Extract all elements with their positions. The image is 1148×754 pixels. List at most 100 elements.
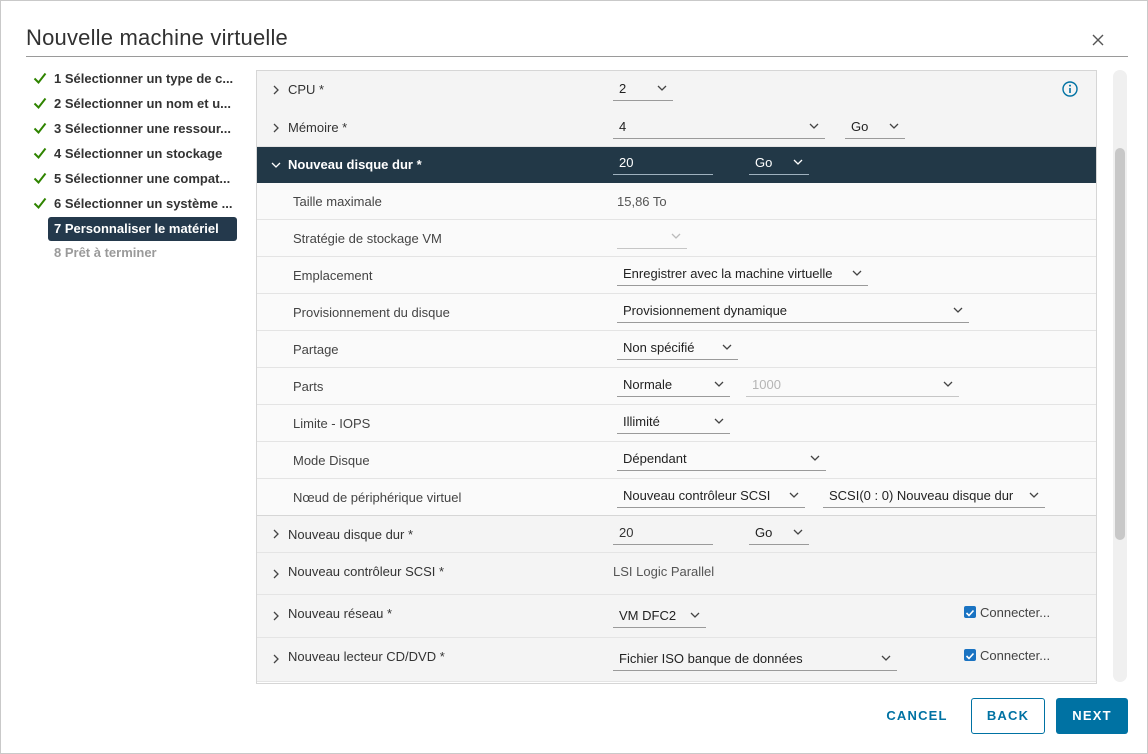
disk-mode-select[interactable]: Dépendant: [617, 448, 826, 471]
step-label: 4 Sélectionner un stockage: [54, 146, 223, 161]
step-4[interactable]: 4 Sélectionner un stockage: [33, 142, 239, 167]
disk2-label: Nouveau disque dur *: [288, 527, 414, 542]
disk-mode-label: Mode Disque: [293, 453, 370, 468]
chevron-down-icon: [793, 159, 803, 165]
cpu-label: CPU *: [288, 82, 325, 97]
sharing-select[interactable]: Non spécifié: [617, 337, 738, 360]
check-icon: [965, 652, 975, 660]
info-icon[interactable]: [1062, 81, 1078, 97]
storage-policy-select[interactable]: [617, 226, 687, 249]
cdrom-connect-label: Connecter...: [980, 648, 1051, 663]
cdrom-select[interactable]: Fichier ISO banque de données: [613, 648, 897, 671]
chevron-down-icon: [793, 529, 803, 535]
row-cdrom: Nouveau lecteur CD/DVD * Fichier ISO ban…: [257, 638, 1096, 682]
row-shares: Parts Normale 1000: [257, 368, 1096, 405]
step-label: 5 Sélectionner une compat...: [54, 171, 231, 186]
provisioning-label: Provisionnement du disque: [293, 305, 450, 320]
scrollbar-thumb[interactable]: [1115, 148, 1125, 540]
network-label: Nouveau réseau *: [288, 606, 393, 621]
step-label: 8 Prêt à terminer: [54, 245, 157, 260]
panel-scrollbar[interactable]: [1113, 70, 1127, 682]
chevron-right-icon[interactable]: [271, 611, 281, 621]
step-2[interactable]: 2 Sélectionner un nom et u...: [33, 92, 239, 117]
iops-select[interactable]: Illimité: [617, 411, 730, 434]
check-icon: [965, 609, 975, 617]
row-scsi-controller: Nouveau contrôleur SCSI * LSI Logic Para…: [257, 553, 1096, 595]
sharing-label: Partage: [293, 342, 339, 357]
virtual-node-controller-select[interactable]: Nouveau contrôleur SCSI: [617, 485, 805, 508]
check-icon: [33, 122, 47, 135]
row-disk-mode: Mode Disque Dépendant: [257, 442, 1096, 479]
disk2-size-input[interactable]: 20: [613, 522, 713, 545]
chevron-right-icon[interactable]: [271, 123, 281, 133]
check-icon: [33, 72, 47, 85]
step-8: 8 Prêt à terminer: [33, 241, 239, 266]
chevron-right-icon[interactable]: [271, 85, 281, 95]
memory-select[interactable]: 4: [613, 116, 825, 139]
dialog-title: Nouvelle machine virtuelle: [26, 25, 288, 50]
step-label: 1 Sélectionner un type de c...: [54, 71, 234, 86]
scsi-value: LSI Logic Parallel: [613, 564, 715, 579]
row-virtual-node: Nœud de périphérique virtuel Nouveau con…: [257, 479, 1096, 516]
cdrom-connect-checkbox[interactable]: [964, 649, 976, 661]
location-select[interactable]: Enregistrer avec la machine virtuelle: [617, 263, 868, 286]
location-label: Emplacement: [293, 268, 373, 283]
disk-unit-select[interactable]: Go: [749, 152, 809, 175]
step-5[interactable]: 5 Sélectionner une compat...: [33, 167, 239, 192]
provisioning-select[interactable]: Provisionnement dynamique: [617, 300, 969, 323]
row-provisioning: Provisionnement du disque Provisionnemen…: [257, 294, 1096, 331]
step-label: 3 Sélectionner une ressour...: [54, 121, 232, 136]
cdrom-label: Nouveau lecteur CD/DVD *: [288, 649, 445, 664]
row-sharing: Partage Non spécifié: [257, 331, 1096, 368]
chevron-down-icon: [714, 381, 724, 387]
step-6[interactable]: 6 Sélectionner un système ...: [33, 192, 239, 217]
chevron-down-icon: [809, 123, 819, 129]
shares-select[interactable]: Normale: [617, 374, 730, 397]
row-iops: Limite - IOPS Illimité: [257, 405, 1096, 442]
max-size-value: 15,86 To: [617, 194, 667, 209]
close-icon[interactable]: [1090, 32, 1106, 48]
row-max-size: Taille maximale 15,86 To: [257, 183, 1096, 220]
row-location: Emplacement Enregistrer avec la machine …: [257, 257, 1096, 294]
chevron-down-icon: [714, 418, 724, 424]
chevron-right-icon[interactable]: [271, 569, 281, 579]
memory-unit-select[interactable]: Go: [845, 116, 905, 139]
chevron-down-icon: [953, 307, 963, 313]
back-button[interactable]: BACK: [971, 698, 1045, 734]
check-icon: [33, 97, 47, 110]
row-disk-expanded: Nouveau disque dur * 20 Go: [257, 147, 1096, 183]
memory-label: Mémoire *: [288, 120, 348, 135]
shares-amount-select: 1000: [746, 374, 959, 397]
chevron-down-icon: [1029, 492, 1039, 498]
iops-label: Limite - IOPS: [293, 416, 371, 431]
storage-policy-label: Stratégie de stockage VM: [293, 231, 442, 246]
row-storage-policy: Stratégie de stockage VM: [257, 220, 1096, 257]
chevron-down-icon: [789, 492, 799, 498]
chevron-down-icon: [852, 270, 862, 276]
chevron-down-icon: [889, 123, 899, 129]
next-button[interactable]: NEXT: [1056, 698, 1128, 734]
wizard-steps: 1 Sélectionner un type de c... 2 Sélecti…: [33, 67, 239, 266]
step-1[interactable]: 1 Sélectionner un type de c...: [33, 67, 239, 92]
chevron-right-icon[interactable]: [271, 654, 281, 664]
chevron-down-icon: [881, 655, 891, 661]
network-connect-checkbox[interactable]: [964, 606, 976, 618]
virtual-node-slot-select[interactable]: SCSI(0 : 0) Nouveau disque dur: [823, 485, 1045, 508]
disk2-unit-select[interactable]: Go: [749, 522, 809, 545]
step-label: 6 Sélectionner un système ...: [54, 196, 233, 211]
chevron-down-icon: [671, 233, 681, 239]
step-7-active[interactable]: 7 Personnaliser le matériel: [48, 217, 237, 241]
chevron-down-icon[interactable]: [271, 160, 281, 170]
network-select[interactable]: VM DFC2: [613, 605, 706, 628]
shares-label: Parts: [293, 379, 324, 394]
check-icon: [33, 147, 47, 160]
row-network: Nouveau réseau * VM DFC2 Connecter...: [257, 595, 1096, 638]
step-3[interactable]: 3 Sélectionner une ressour...: [33, 117, 239, 142]
chevron-right-icon[interactable]: [271, 529, 281, 539]
disk-size-input[interactable]: 20: [613, 152, 713, 175]
disk-label: Nouveau disque dur *: [288, 157, 422, 172]
row-disk-2: Nouveau disque dur * 20 Go: [257, 516, 1096, 553]
cancel-button[interactable]: CANCEL: [881, 698, 953, 734]
cpu-select[interactable]: 2: [613, 78, 673, 101]
row-cpu: CPU * 2: [257, 71, 1096, 110]
